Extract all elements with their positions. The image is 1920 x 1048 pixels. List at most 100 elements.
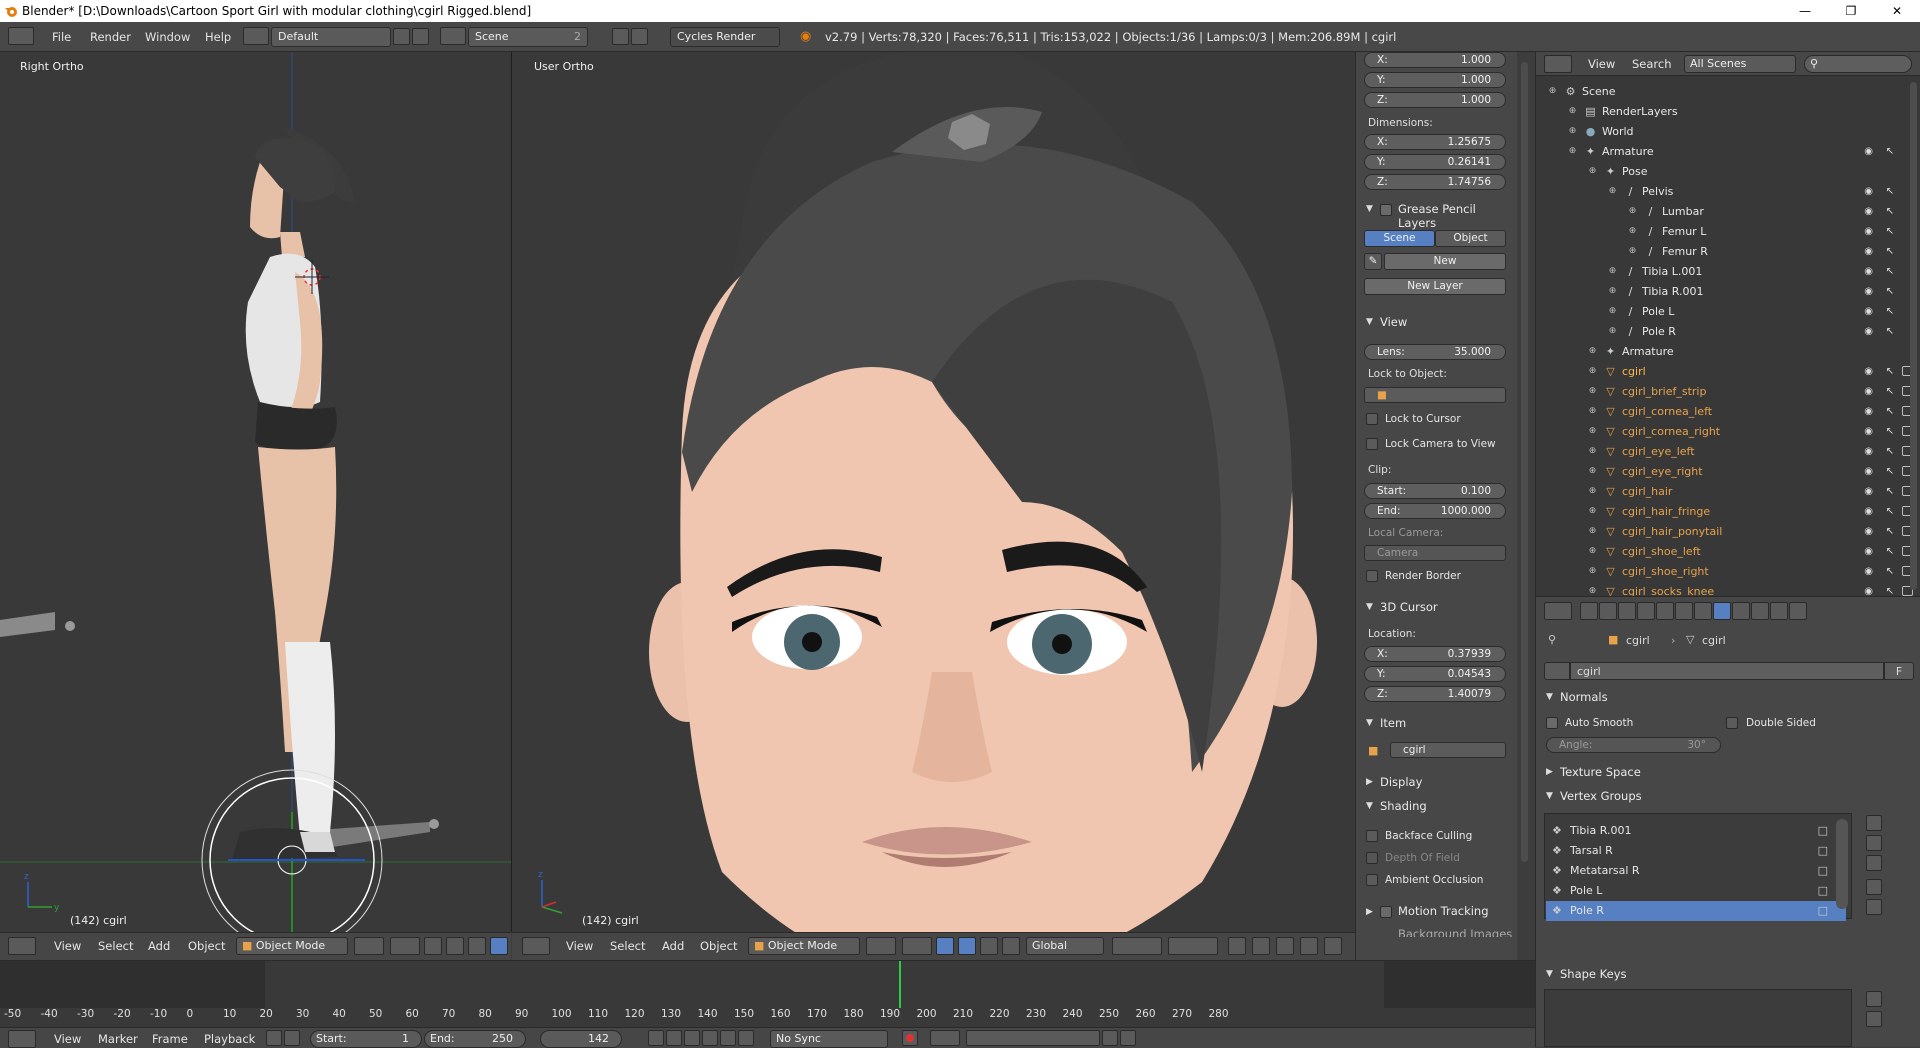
- vertex-groups-title[interactable]: Vertex Groups: [1560, 789, 1642, 803]
- play-icon[interactable]: [702, 1030, 718, 1046]
- outliner-item-name[interactable]: Pole L: [1642, 305, 1674, 318]
- ambient-occlusion-checkbox[interactable]: [1366, 874, 1378, 886]
- expand-toggle-icon[interactable]: ⊕: [1606, 325, 1619, 338]
- expand-toggle-icon[interactable]: ⊕: [1586, 165, 1599, 178]
- editor-type-timeline-icon[interactable]: [8, 1030, 36, 1048]
- menu-view[interactable]: View: [54, 1032, 81, 1046]
- expand-triangle-icon[interactable]: ▼: [1546, 969, 1553, 979]
- active-keying-set-field[interactable]: [966, 1030, 1100, 1046]
- visibility-eye-icon[interactable]: ◉: [1864, 206, 1873, 217]
- lock-camera-checkbox[interactable]: [1366, 438, 1378, 450]
- outliner-row[interactable]: ⊕ ▽ cgirl_brief_strip ◉ ↖: [1536, 382, 1920, 402]
- mode-select[interactable]: ■ Object Mode: [236, 937, 348, 955]
- selectability-cursor-icon[interactable]: ↖: [1886, 306, 1894, 317]
- lock-range-icon[interactable]: [284, 1030, 300, 1046]
- outliner-item-name[interactable]: Scene: [1582, 85, 1616, 98]
- menu-frame[interactable]: Frame: [152, 1032, 188, 1046]
- end-frame-field[interactable]: End: 250: [424, 1030, 526, 1048]
- timeline-ruler[interactable]: -50 -40 -30 -20 -10 0 10 20 30 40 50 60 70 80 90 100 110…: [0, 1008, 1535, 1026]
- fake-user-button[interactable]: F: [1884, 662, 1914, 680]
- mesh-browse-icon[interactable]: [1544, 662, 1570, 680]
- tab-data-icon[interactable]: [1713, 602, 1731, 620]
- auto-smooth-checkbox[interactable]: [1546, 717, 1558, 729]
- sync-mode-select[interactable]: No Sync: [770, 1030, 888, 1048]
- outliner-item-name[interactable]: World: [1602, 125, 1634, 138]
- menu-select[interactable]: Select: [98, 939, 133, 953]
- menu-help[interactable]: Help: [205, 30, 231, 44]
- selectability-cursor-icon[interactable]: ↖: [1886, 526, 1894, 537]
- outliner-item-name[interactable]: cgirl: [1622, 365, 1646, 378]
- vertex-group-remove-icon[interactable]: [1866, 835, 1882, 851]
- item-name-field[interactable]: cgirl: [1390, 742, 1506, 758]
- rotate-icon[interactable]: [468, 937, 486, 955]
- shape-keys-title[interactable]: Shape Keys: [1560, 967, 1627, 981]
- visibility-eye-icon[interactable]: ◉: [1864, 426, 1873, 437]
- expand-toggle-icon[interactable]: ⊕: [1586, 365, 1599, 378]
- outliner-row[interactable]: ⊕ ▽ cgirl_hair_fringe ◉ ↖: [1536, 502, 1920, 522]
- motion-tracking-title[interactable]: Motion Tracking: [1398, 904, 1489, 918]
- clip-end-field[interactable]: End: 1000.000: [1364, 503, 1506, 519]
- display-section-title[interactable]: Display: [1380, 775, 1422, 789]
- visibility-eye-icon[interactable]: ◉: [1864, 246, 1873, 257]
- menu-add[interactable]: Add: [148, 939, 170, 953]
- expand-toggle-icon[interactable]: ⊕: [1546, 85, 1559, 98]
- outliner-item-name[interactable]: Armature: [1622, 345, 1674, 358]
- lock-icon[interactable]: □: [1818, 864, 1828, 877]
- expand-toggle-icon[interactable]: ⊕: [1606, 305, 1619, 318]
- outliner-item-name[interactable]: cgirl_hair: [1622, 485, 1672, 498]
- gp-object-button[interactable]: Object: [1435, 230, 1506, 247]
- outliner-row[interactable]: ⊕ ▽ cgirl_cornea_left ◉ ↖: [1536, 402, 1920, 422]
- outliner-row[interactable]: ⊕ ● World: [1536, 122, 1920, 142]
- expand-toggle-icon[interactable]: ⊕: [1586, 465, 1599, 478]
- outliner-search-input[interactable]: ⚲: [1804, 55, 1912, 73]
- layers-grid-2-icon[interactable]: [1168, 937, 1218, 955]
- outliner-row[interactable]: ⊕ ✦ Armature: [1536, 342, 1920, 362]
- pivot-select-icon[interactable]: [390, 937, 420, 955]
- outliner-item-name[interactable]: Pelvis: [1642, 185, 1673, 198]
- shape-key-remove-icon[interactable]: [1866, 1011, 1882, 1027]
- expand-toggle-icon[interactable]: ⊕: [1626, 205, 1639, 218]
- manipulator-icon[interactable]: [424, 937, 442, 955]
- editor-type-3dview-icon[interactable]: [8, 937, 36, 955]
- outliner-row[interactable]: ⊕ ✦ Pose: [1536, 162, 1920, 182]
- selectability-cursor-icon[interactable]: ↖: [1886, 186, 1894, 197]
- menu-view[interactable]: View: [566, 939, 593, 953]
- layers-grid-icon[interactable]: [1112, 937, 1162, 955]
- outliner-row[interactable]: ⊕ ▽ cgirl_shoe_right ◉ ↖: [1536, 562, 1920, 582]
- selectability-cursor-icon[interactable]: ↖: [1886, 326, 1894, 337]
- expand-triangle-icon[interactable]: ▼: [1366, 204, 1373, 214]
- tab-modifiers-icon[interactable]: [1694, 602, 1712, 620]
- outliner-row[interactable]: ⊕ ⚙ Scene: [1536, 82, 1920, 102]
- selectability-cursor-icon[interactable]: ↖: [1886, 146, 1894, 157]
- lock-to-object-field[interactable]: ■: [1364, 387, 1506, 403]
- cursor-z-field[interactable]: Z: 1.40079: [1364, 686, 1506, 702]
- jump-keyframe-back-icon[interactable]: [666, 1030, 682, 1046]
- gp-new-layer-button[interactable]: New Layer: [1364, 278, 1506, 295]
- selectability-cursor-icon[interactable]: ↖: [1886, 426, 1894, 437]
- outliner-row[interactable]: ⊕ ∕ Pelvis ◉ ↖: [1536, 182, 1920, 202]
- visibility-eye-icon[interactable]: ◉: [1864, 306, 1873, 317]
- visibility-eye-icon[interactable]: ◉: [1864, 266, 1873, 277]
- outliner-scrollbar[interactable]: [1910, 82, 1917, 590]
- menu-file[interactable]: File: [52, 30, 71, 44]
- outliner-item-name[interactable]: cgirl_hair_ponytail: [1622, 525, 1722, 538]
- cursor-section-title[interactable]: 3D Cursor: [1380, 600, 1438, 614]
- selectability-cursor-icon[interactable]: ↖: [1886, 486, 1894, 497]
- lock-layers-icon[interactable]: [1228, 937, 1246, 955]
- outliner-row[interactable]: ⊕ ∕ Pole L ◉ ↖: [1536, 302, 1920, 322]
- expand-toggle-icon[interactable]: ⊕: [1586, 565, 1599, 578]
- outliner-row[interactable]: ⊕ ∕ Lumbar ◉ ↖: [1536, 202, 1920, 222]
- pivot-select-icon[interactable]: [902, 937, 932, 955]
- layout-add-icon[interactable]: [393, 28, 410, 45]
- outliner-item-name[interactable]: Pose: [1622, 165, 1647, 178]
- visibility-eye-icon[interactable]: ◉: [1864, 386, 1873, 397]
- menu-search[interactable]: Search: [1632, 57, 1672, 71]
- scale-icon[interactable]: [490, 937, 508, 955]
- collapse-triangle-icon[interactable]: ▶: [1546, 767, 1553, 777]
- outliner-row[interactable]: ⊕ ∕ Tibia L.001 ◉ ↖: [1536, 262, 1920, 282]
- expand-triangle-icon[interactable]: ▼: [1366, 801, 1373, 811]
- expand-toggle-icon[interactable]: ⊕: [1586, 425, 1599, 438]
- start-frame-field[interactable]: Start: 1: [310, 1030, 422, 1048]
- outliner-item-name[interactable]: cgirl_hair_fringe: [1622, 505, 1710, 518]
- outliner-item-name[interactable]: Femur R: [1662, 245, 1708, 258]
